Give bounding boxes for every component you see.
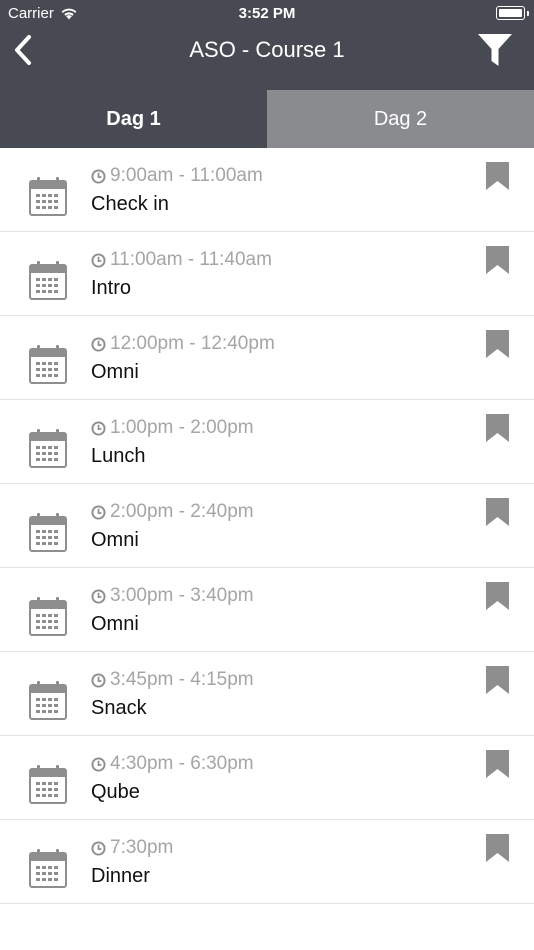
session-title: Snack (91, 697, 147, 719)
clock-icon (91, 168, 106, 184)
bookmark-icon[interactable] (486, 414, 509, 442)
battery-icon (496, 6, 529, 20)
page-title: ASO - Course 1 (189, 37, 345, 62)
session-time-label: 11:00am - 11:40am (110, 249, 272, 270)
calendar-icon (29, 177, 67, 216)
session-time: 1:00pm - 2:00pm (91, 417, 254, 439)
clock-icon (91, 420, 106, 436)
session-time-label: 2:00pm - 2:40pm (110, 501, 254, 522)
session-title: Check in (91, 193, 169, 215)
calendar-icon (29, 765, 67, 804)
nav-bar: ASO - Course 1 (0, 28, 534, 90)
session-row[interactable]: 3:45pm - 4:15pm Snack (0, 652, 534, 736)
clock-icon (91, 840, 106, 856)
calendar-icon (29, 429, 67, 468)
session-time: 3:00pm - 3:40pm (91, 585, 254, 607)
bookmark-icon[interactable] (486, 162, 509, 190)
tab-dag-1[interactable]: Dag 1 (0, 90, 267, 148)
session-time-label: 4:30pm - 6:30pm (110, 753, 254, 774)
bookmark-icon[interactable] (486, 666, 509, 694)
session-title: Omni (91, 613, 139, 635)
session-row[interactable]: 9:00am - 11:00am Check in (0, 148, 534, 232)
clock-icon (91, 252, 106, 268)
session-time: 2:00pm - 2:40pm (91, 501, 254, 523)
bookmark-icon[interactable] (486, 330, 509, 358)
session-title: Omni (91, 361, 139, 383)
session-title: Lunch (91, 445, 146, 467)
filter-button[interactable] (476, 32, 514, 68)
clock-icon (91, 504, 106, 520)
session-title: Intro (91, 277, 132, 299)
session-row[interactable]: 12:00pm - 12:40pm Omni (0, 316, 534, 400)
session-time: 4:30pm - 6:30pm (91, 753, 254, 775)
status-time: 3:52 PM (238, 5, 296, 22)
session-time: 9:00am - 11:00am (91, 165, 263, 187)
status-bar: Carrier 3:52 PM (0, 0, 534, 28)
bookmark-icon[interactable] (486, 582, 509, 610)
session-title: Omni (91, 529, 139, 551)
session-time: 7:30pm (91, 837, 173, 859)
session-row[interactable]: 11:00am - 11:40am Intro (0, 232, 534, 316)
session-row[interactable]: 3:00pm - 3:40pm Omni (0, 568, 534, 652)
session-row[interactable]: 2:00pm - 2:40pm Omni (0, 484, 534, 568)
calendar-icon (29, 345, 67, 384)
calendar-icon (29, 849, 67, 888)
clock-icon (91, 588, 106, 604)
app-header: Carrier 3:52 PM ASO - Course 1 (0, 0, 534, 90)
session-time-label: 3:00pm - 3:40pm (110, 585, 254, 606)
calendar-icon (29, 681, 67, 720)
bookmark-icon[interactable] (486, 246, 509, 274)
session-row[interactable]: 7:30pm Dinner (0, 820, 534, 904)
clock-icon (91, 672, 106, 688)
session-list: 9:00am - 11:00am Check in 11:00am - 11:4… (0, 148, 534, 904)
calendar-icon (29, 261, 67, 300)
session-time-label: 3:45pm - 4:15pm (110, 669, 254, 690)
calendar-icon (29, 597, 67, 636)
bookmark-icon[interactable] (486, 750, 509, 778)
session-time: 3:45pm - 4:15pm (91, 669, 254, 691)
day-tabs: Dag 1 Dag 2 (0, 90, 534, 148)
filter-icon (478, 34, 512, 66)
calendar-icon (29, 513, 67, 552)
session-time: 11:00am - 11:40am (91, 249, 272, 271)
bookmark-icon[interactable] (486, 834, 509, 862)
bookmark-icon[interactable] (486, 498, 509, 526)
tab-dag-2[interactable]: Dag 2 (267, 90, 534, 148)
session-title: Dinner (91, 865, 150, 887)
session-time-label: 7:30pm (110, 837, 174, 858)
clock-icon (91, 336, 106, 352)
session-time-label: 9:00am - 11:00am (110, 165, 263, 186)
session-time: 12:00pm - 12:40pm (91, 333, 275, 355)
session-title: Qube (91, 781, 140, 803)
session-time-label: 1:00pm - 2:00pm (110, 417, 254, 438)
session-row[interactable]: 1:00pm - 2:00pm Lunch (0, 400, 534, 484)
clock-icon (91, 756, 106, 772)
session-row[interactable]: 4:30pm - 6:30pm Qube (0, 736, 534, 820)
session-time-label: 12:00pm - 12:40pm (110, 333, 275, 354)
